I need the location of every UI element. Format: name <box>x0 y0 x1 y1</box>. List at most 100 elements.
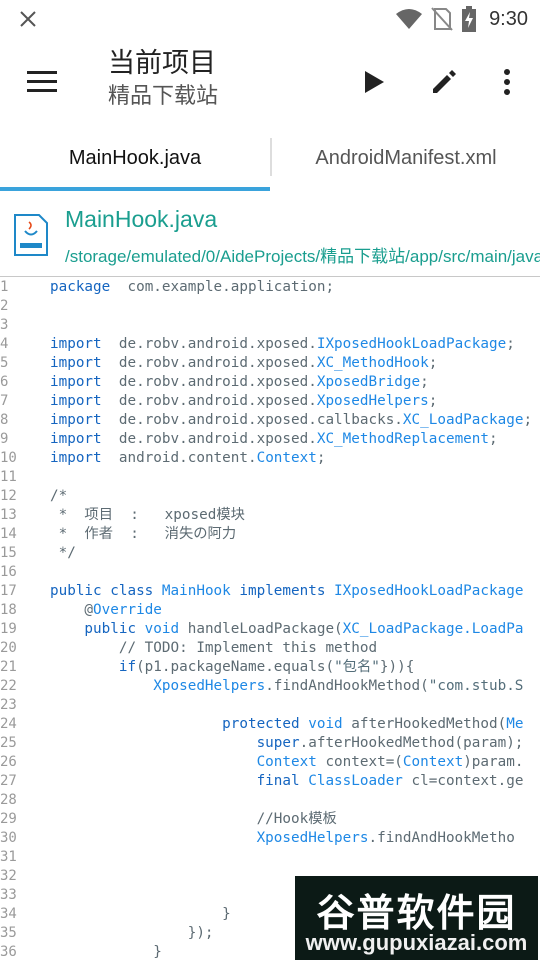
line-number: 14 <box>0 526 17 542</box>
line-number: 15 <box>0 545 17 561</box>
code-token: Me <box>506 716 524 732</box>
code-line: import de.robv.android.xposed.XposedHelp… <box>50 392 437 411</box>
file-tabs: MainHook.java AndroidManifest.xml <box>0 128 540 192</box>
code-line: * 项目 : xposed模块 <box>50 506 245 525</box>
code-line: //Hook模板 <box>50 810 337 829</box>
code-line: import android.content.Context; <box>50 449 325 468</box>
page-title: 当前项目 <box>108 48 216 79</box>
code-line: /* <box>50 487 67 506</box>
code-token: void <box>299 716 343 732</box>
code-token: public <box>50 621 137 637</box>
code-token: Context <box>402 754 464 770</box>
line-number: 7 <box>0 393 9 409</box>
code-line: public class MainHook implements IXposed… <box>50 582 523 601</box>
menu-button[interactable] <box>24 64 60 100</box>
line-number: 9 <box>0 431 9 447</box>
code-token: "包名" <box>334 659 380 675</box>
code-token: handleLoadPackage( <box>179 621 343 637</box>
code-token: XC_LoadPackage <box>402 412 524 428</box>
code-token: MainHook <box>153 583 240 599</box>
status-bar: 9:30 <box>0 0 540 38</box>
code-token: public class <box>50 583 154 599</box>
code-line: super.afterHookedMethod(param); <box>50 734 524 753</box>
code-line: * 作者 : 消失の阿力 <box>50 525 237 544</box>
close-icon[interactable] <box>18 9 38 29</box>
code-token: super <box>50 735 300 751</box>
code-line: if(p1.packageName.equals("包名"})){ <box>50 658 414 677</box>
code-token: package <box>50 279 111 295</box>
line-number: 10 <box>0 450 17 466</box>
code-token: }); <box>50 925 214 941</box>
code-token: android.content. <box>101 450 257 466</box>
title-block: 当前项目 精品下载站 <box>108 46 218 112</box>
code-editor[interactable]: 1 package com.example.application; 2 3 4 impo… <box>0 278 540 960</box>
wifi-icon <box>396 9 423 29</box>
line-number: 13 <box>0 507 17 523</box>
code-token: * 作者 : 消失の阿力 <box>50 526 237 542</box>
edit-icon <box>433 70 456 93</box>
code-token: IXposedHookLoadPackage <box>325 583 524 599</box>
code-token: void <box>136 621 180 637</box>
code-line: final ClassLoader cl=context.ge <box>50 772 524 791</box>
code-line: } <box>50 905 231 924</box>
code-token: cl=context.ge <box>402 773 524 789</box>
page-subtitle: 精品下载站 <box>108 84 219 109</box>
header-divider <box>0 276 540 277</box>
line-number: 5 <box>0 355 9 371</box>
code-token: XposedHelpers <box>50 830 369 846</box>
line-number: 24 <box>0 716 17 732</box>
code-line: */ <box>50 544 76 563</box>
code-token: ; <box>523 412 533 428</box>
more-options-button[interactable] <box>485 60 529 104</box>
code-line: } <box>50 943 162 960</box>
app-bar: 当前项目 精品下载站 <box>0 38 540 128</box>
run-button[interactable] <box>352 60 396 104</box>
code-token: XposedHelpers <box>316 393 429 409</box>
code-token: context=( <box>316 754 403 770</box>
code-token: @ <box>50 602 94 618</box>
line-number: 18 <box>0 602 17 618</box>
watermark-url: www.gupuxiazai.com <box>305 930 528 955</box>
tab-mainhook[interactable]: MainHook.java <box>0 128 270 188</box>
code-line: XposedHelpers.findAndHookMetho <box>50 829 515 848</box>
line-number: 19 <box>0 621 17 637</box>
code-token: ; <box>316 450 326 466</box>
code-token: )param. <box>463 754 524 770</box>
file-name: MainHook.java <box>65 206 218 232</box>
code-token: Context <box>256 450 317 466</box>
line-number: 28 <box>0 792 17 808</box>
java-file-icon <box>14 214 48 256</box>
code-line: import de.robv.android.xposed.XC_MethodR… <box>50 430 498 449</box>
line-number: 16 <box>0 564 17 580</box>
code-token: de.robv.android.xposed.callbacks. <box>101 412 403 428</box>
code-token: IXposedHookLoadPackage <box>316 336 507 352</box>
code-token: com.example.application; <box>110 279 335 295</box>
code-line: }); <box>50 924 214 943</box>
code-line: Context context=(Context)param. <box>50 753 524 772</box>
code-token: afterHookedMethod( <box>342 716 507 732</box>
line-number: 2 <box>0 298 9 314</box>
code-token: import <box>50 393 102 409</box>
line-number: 8 <box>0 412 9 428</box>
code-token: // TODO: Implement this method <box>50 640 378 656</box>
code-token: final <box>50 773 300 789</box>
line-number: 17 <box>0 583 17 599</box>
code-token: implements <box>239 583 326 599</box>
code-token: (p1.packageName.equals( <box>136 659 335 675</box>
code-token: ; <box>506 336 515 352</box>
line-number: 12 <box>0 488 17 504</box>
code-token: */ <box>50 545 76 561</box>
code-line: package com.example.application; <box>50 278 334 297</box>
code-token: ; <box>428 355 438 371</box>
tab-androidmanifest[interactable]: AndroidManifest.xml <box>272 128 540 188</box>
code-token: de.robv.android.xposed. <box>101 355 317 371</box>
code-token: })){ <box>379 659 415 675</box>
code-token: Override <box>93 602 162 618</box>
line-number: 35 <box>0 925 17 941</box>
line-number: 23 <box>0 697 17 713</box>
code-token: import <box>50 431 102 447</box>
active-tab-indicator <box>0 187 270 191</box>
edit-button[interactable] <box>422 60 466 104</box>
line-number: 31 <box>0 849 17 865</box>
code-token: import <box>50 412 102 428</box>
